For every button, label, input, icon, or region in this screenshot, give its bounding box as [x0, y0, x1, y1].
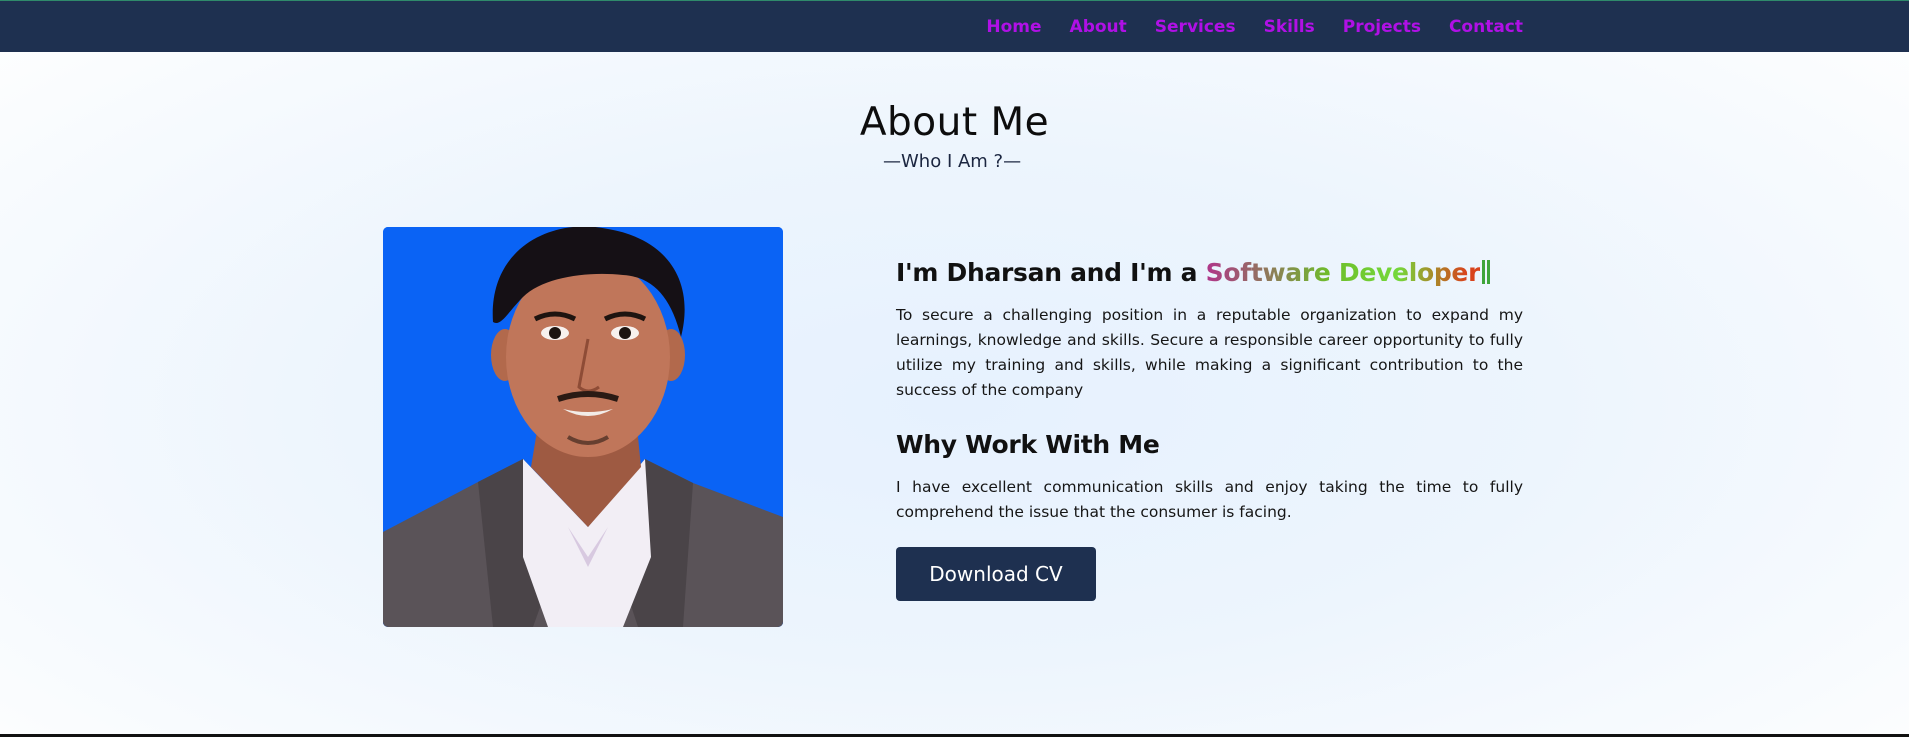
section-subtitle: —Who I Am ?— [883, 151, 1022, 172]
nav-link-skills[interactable]: Skills [1264, 17, 1315, 37]
nav-link-about[interactable]: About [1070, 17, 1127, 37]
download-cv-button[interactable]: Download CV [896, 547, 1096, 601]
why-heading: Why Work With Me [896, 430, 1160, 459]
objective-text: To secure a challenging position in a re… [896, 306, 1523, 399]
profile-photo-illustration [383, 227, 783, 627]
why-text: I have excellent communication skills an… [896, 478, 1523, 521]
profile-photo [383, 227, 783, 627]
intro-prefix: I'm Dharsan and I'm a [896, 258, 1206, 287]
navbar: Home About Services Skills Projects Cont… [0, 0, 1909, 52]
nav-link-services[interactable]: Services [1155, 17, 1236, 37]
typing-cursor-icon [1482, 260, 1491, 284]
nav-link-home[interactable]: Home [986, 17, 1041, 37]
nav-link-projects[interactable]: Projects [1343, 17, 1421, 37]
section-title: About Me [859, 100, 1050, 145]
nav-links: Home About Services Skills Projects Cont… [958, 17, 1523, 37]
nav-link-contact[interactable]: Contact [1449, 17, 1523, 37]
typed-role: Software Developer [1205, 258, 1481, 287]
intro-heading: I'm Dharsan and I'm a Software Developer [896, 258, 1523, 287]
about-content: I'm Dharsan and I'm a Software Developer… [896, 258, 1523, 601]
